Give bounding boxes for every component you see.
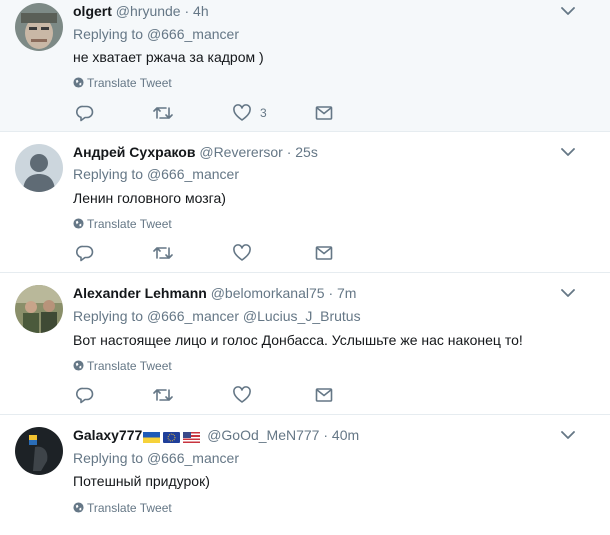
flag-emojis <box>143 427 203 445</box>
user-name[interactable]: olgert <box>73 3 112 19</box>
globe-icon <box>73 360 84 371</box>
like-count: 3 <box>260 106 267 120</box>
tweet-actions <box>73 386 373 406</box>
tweet-header: olgert @hryunde · 4h <box>73 2 209 20</box>
translate-tweet-link[interactable]: Translate Tweet <box>73 358 172 374</box>
mention-link[interactable]: @666_mancer <box>147 26 239 42</box>
tweet[interactable]: Андрей Сухраков @Reverersor · 25s Replyi… <box>0 132 610 273</box>
avatar[interactable] <box>15 3 63 51</box>
tweet-actions: 3 <box>73 104 373 124</box>
timestamp[interactable]: 40m <box>332 427 359 443</box>
tweet-header: Galaxy777 @GoOd_MeN777 · 40m <box>73 426 359 444</box>
heart-icon <box>233 244 251 261</box>
separator: · <box>328 285 334 301</box>
user-name[interactable]: Alexander Lehmann <box>73 285 207 301</box>
usa-flag-icon <box>183 431 201 443</box>
user-handle[interactable]: @belomorkanal75 <box>211 285 325 301</box>
translate-tweet-link[interactable]: Translate Tweet <box>73 216 172 232</box>
replying-to: Replying to @666_mancer @Lucius_J_Brutus <box>73 307 361 325</box>
translate-tweet-link[interactable]: Translate Tweet <box>73 75 172 91</box>
replying-label: Replying to <box>73 166 144 182</box>
envelope-icon <box>315 388 333 402</box>
user-name[interactable]: Андрей Сухраков <box>73 144 195 160</box>
avatar[interactable] <box>15 285 63 333</box>
translate-label: Translate Tweet <box>87 217 172 231</box>
timestamp[interactable]: 25s <box>295 144 318 160</box>
reply-button[interactable] <box>76 386 94 406</box>
tweet-header: Alexander Lehmann @belomorkanal75 · 7m <box>73 284 356 302</box>
mention-link[interactable]: @Lucius_J_Brutus <box>243 308 361 324</box>
retweet-icon <box>153 107 173 119</box>
mention-link[interactable]: @666_mancer <box>147 308 239 324</box>
direct-message-button[interactable] <box>315 244 333 264</box>
separator: · <box>184 3 190 19</box>
timestamp[interactable]: 4h <box>193 3 209 19</box>
tweet-text: не хватает ржача за кадром ) <box>73 49 264 65</box>
replying-to: Replying to @666_mancer <box>73 449 239 467</box>
chevron-down-icon[interactable] <box>561 430 575 440</box>
separator: · <box>286 144 292 160</box>
replying-to: Replying to @666_mancer <box>73 165 239 183</box>
replying-label: Replying to <box>73 450 144 466</box>
translate-label: Translate Tweet <box>87 501 172 515</box>
chevron-down-icon[interactable] <box>561 147 575 157</box>
tweet-text: Вот настоящее лицо и голос Донбасса. Усл… <box>73 332 523 348</box>
chevron-down-icon[interactable] <box>561 6 575 16</box>
tweet-text: Потешный придурок) <box>73 473 210 489</box>
direct-message-button[interactable] <box>315 104 333 124</box>
timestamp[interactable]: 7m <box>337 285 356 301</box>
user-name[interactable]: Galaxy777 <box>73 427 142 443</box>
retweet-icon <box>153 389 173 401</box>
globe-icon <box>73 77 84 88</box>
replying-label: Replying to <box>73 308 144 324</box>
reply-button[interactable] <box>76 104 94 124</box>
heart-icon <box>233 386 251 403</box>
reply-button[interactable] <box>76 244 94 264</box>
tweet-text: Ленин головного мозга) <box>73 190 226 206</box>
user-handle[interactable]: @hryunde <box>116 3 181 19</box>
translate-label: Translate Tweet <box>87 359 172 373</box>
translate-tweet-link[interactable]: Translate Tweet <box>73 500 172 516</box>
tweet[interactable]: Galaxy777 @GoOd_MeN777 · 40m Replying to… <box>0 415 610 535</box>
heart-icon <box>233 104 251 121</box>
separator: · <box>323 427 329 443</box>
ukraine-flag-icon <box>143 431 161 443</box>
mention-link[interactable]: @666_mancer <box>147 450 239 466</box>
user-handle[interactable]: @GoOd_MeN777 <box>207 427 319 443</box>
reply-icon <box>76 105 94 122</box>
retweet-icon <box>153 247 173 259</box>
tweet-header: Андрей Сухраков @Reverersor · 25s <box>73 143 318 161</box>
tweet-actions <box>73 244 373 264</box>
reply-icon <box>76 387 94 404</box>
user-handle[interactable]: @Reverersor <box>199 144 282 160</box>
envelope-icon <box>315 246 333 260</box>
retweet-button[interactable] <box>153 244 173 264</box>
replying-to: Replying to @666_mancer <box>73 25 239 43</box>
translate-label: Translate Tweet <box>87 76 172 90</box>
chevron-down-icon[interactable] <box>561 288 575 298</box>
tweet[interactable]: Alexander Lehmann @belomorkanal75 · 7m R… <box>0 273 610 415</box>
direct-message-button[interactable] <box>315 386 333 406</box>
avatar[interactable] <box>15 427 63 475</box>
replying-label: Replying to <box>73 26 144 42</box>
reply-icon <box>76 245 94 262</box>
envelope-icon <box>315 106 333 120</box>
like-button[interactable]: 3 <box>233 104 293 124</box>
avatar[interactable] <box>15 144 63 192</box>
retweet-button[interactable] <box>153 386 173 406</box>
like-button[interactable] <box>233 244 251 264</box>
globe-icon <box>73 218 84 229</box>
globe-icon <box>73 502 84 513</box>
eu-flag-icon <box>163 431 181 443</box>
tweet[interactable]: olgert @hryunde · 4h Replying to @666_ma… <box>0 0 610 132</box>
like-button[interactable] <box>233 386 251 406</box>
mention-link[interactable]: @666_mancer <box>147 166 239 182</box>
retweet-button[interactable] <box>153 104 173 124</box>
